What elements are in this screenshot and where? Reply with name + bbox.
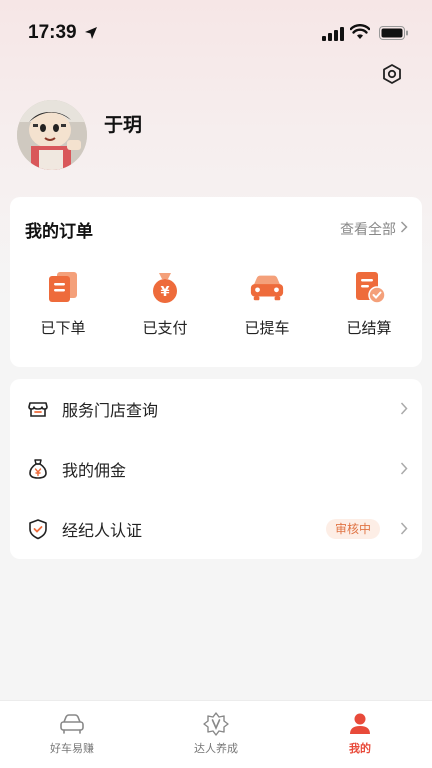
menu-item-label: 经纪人认证	[62, 521, 143, 540]
order-status-label: 已下单	[40, 319, 86, 337]
view-all-orders-link[interactable]: 查看全部	[340, 219, 408, 239]
money-bag-icon	[27, 458, 49, 480]
paid-money-bag-icon: ¥	[147, 269, 183, 305]
username: 于玥	[104, 114, 143, 136]
orders-title: 我的订单	[25, 222, 93, 242]
menu-card: 服务门店查询 我的佣金 经纪人认证 审核中	[10, 379, 422, 559]
order-status-label: 已结算	[346, 319, 392, 337]
order-status-label: 已提车	[244, 319, 290, 337]
svg-text:¥: ¥	[160, 285, 169, 300]
car-outline-icon	[59, 711, 85, 737]
cellular-signal-icon	[322, 26, 344, 45]
wifi-icon	[349, 24, 371, 44]
person-icon	[347, 711, 373, 737]
status-badge: 审核中	[325, 519, 380, 539]
view-all-label: 查看全部	[340, 222, 396, 238]
menu-item-store-search[interactable]: 服务门店查询	[10, 379, 422, 439]
status-bar: 17:39	[0, 0, 432, 66]
tab-label: 好车易赚	[50, 742, 94, 755]
order-placed-icon	[45, 269, 81, 305]
order-status-paid[interactable]: ¥ 已支付	[115, 269, 215, 349]
order-status-settled[interactable]: 已结算	[319, 269, 419, 349]
tab-growth[interactable]: 达人养成	[144, 701, 288, 768]
status-time: 17:39	[28, 22, 77, 43]
menu-item-label: 服务门店查询	[62, 401, 159, 420]
settings-button[interactable]	[380, 64, 404, 88]
store-icon	[27, 398, 49, 420]
settled-document-icon	[351, 269, 387, 305]
chevron-right-icon	[400, 520, 408, 539]
bottom-tab-bar: 好车易赚 达人养成 我的	[0, 700, 432, 768]
tab-earn[interactable]: 好车易赚	[0, 701, 144, 768]
chevron-right-icon	[400, 400, 408, 419]
menu-item-commission[interactable]: 我的佣金	[10, 439, 422, 499]
tab-label: 我的	[349, 742, 371, 755]
chevron-right-icon	[400, 460, 408, 479]
orders-card: 我的订单 查看全部 已下单 ¥ 已支付 已提车 已结算	[10, 197, 422, 367]
star-badge-icon	[203, 711, 229, 737]
order-status-placed[interactable]: 已下单	[13, 269, 113, 349]
order-status-picked-up[interactable]: 已提车	[217, 269, 317, 349]
car-icon	[249, 269, 285, 305]
chevron-right-icon	[400, 221, 408, 237]
location-arrow-icon	[84, 25, 98, 44]
menu-item-agent-verification[interactable]: 经纪人认证 审核中	[10, 499, 422, 559]
avatar[interactable]	[17, 100, 87, 170]
settings-hexagon-icon	[381, 63, 403, 89]
order-status-list: 已下单 ¥ 已支付 已提车 已结算	[10, 269, 422, 349]
battery-icon	[379, 25, 409, 44]
tab-label: 达人养成	[194, 742, 238, 755]
menu-item-label: 我的佣金	[62, 461, 127, 480]
order-status-label: 已支付	[142, 319, 188, 337]
shield-check-icon	[27, 518, 49, 540]
tab-mine[interactable]: 我的	[288, 701, 432, 768]
